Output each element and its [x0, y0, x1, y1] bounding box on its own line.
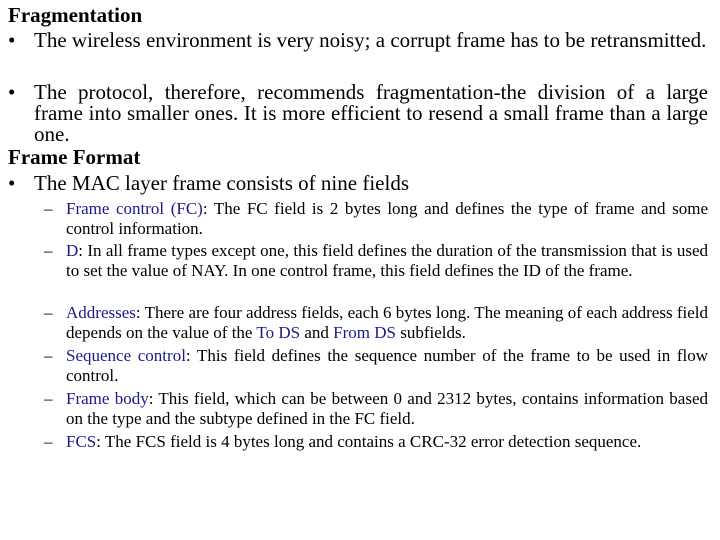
field-term: Sequence control: [66, 346, 186, 365]
field-term: Frame control (FC): [66, 199, 203, 218]
dash-icon: –: [44, 241, 53, 260]
bullet-item: • The wireless environment is very noisy…: [8, 30, 708, 51]
field-item-addresses: – Addresses: There are four address fiel…: [44, 303, 708, 342]
bullet-text: The wireless environment is very noisy; …: [34, 28, 707, 52]
dash-icon: –: [44, 432, 53, 451]
dash-icon: –: [44, 346, 53, 365]
field-term: D: [66, 241, 79, 260]
field-description: subfields.: [395, 322, 466, 342]
heading-fragmentation: Fragmentation: [8, 3, 143, 27]
bullet-text: The protocol, therefore, recommends frag…: [34, 80, 708, 146]
bullet-item: • The MAC layer frame consists of nine f…: [8, 173, 708, 194]
field-description: : In all frame types except one, this fi…: [66, 241, 708, 280]
dash-icon: –: [44, 389, 53, 408]
heading-frame-format: Frame Format: [8, 145, 141, 169]
dash-icon: –: [44, 199, 53, 218]
field-description: : This field, which can be between 0 and…: [66, 389, 708, 428]
field-term: Addresses: [66, 303, 136, 322]
field-term: Frame body: [66, 389, 149, 408]
field-description: and: [300, 322, 334, 342]
field-item-sequence-control: – Sequence control: This field defines t…: [44, 346, 708, 385]
dash-icon: –: [44, 303, 53, 322]
field-item-frame-control: – Frame control (FC): The FC field is 2 …: [44, 199, 708, 238]
field-description: : The FCS field is 4 bytes long and cont…: [96, 432, 642, 451]
bullet-icon: •: [8, 80, 16, 104]
field-item-fcs: – FCS: The FCS field is 4 bytes long and…: [44, 432, 708, 452]
bullet-text: The MAC layer frame consists of nine fie…: [34, 171, 409, 195]
slide: Fragmentation • The wireless environment…: [0, 0, 720, 540]
field-item-duration: – D: In all frame types except one, this…: [44, 241, 708, 280]
bullet-icon: •: [8, 171, 16, 195]
field-term: FCS: [66, 432, 97, 451]
field-term-from-ds: From DS: [333, 322, 396, 342]
field-item-frame-body: – Frame body: This field, which can be b…: [44, 389, 708, 428]
field-term-to-ds: To DS: [256, 322, 301, 342]
bullet-icon: •: [8, 28, 16, 52]
bullet-item: • The protocol, therefore, recommends fr…: [8, 82, 708, 145]
